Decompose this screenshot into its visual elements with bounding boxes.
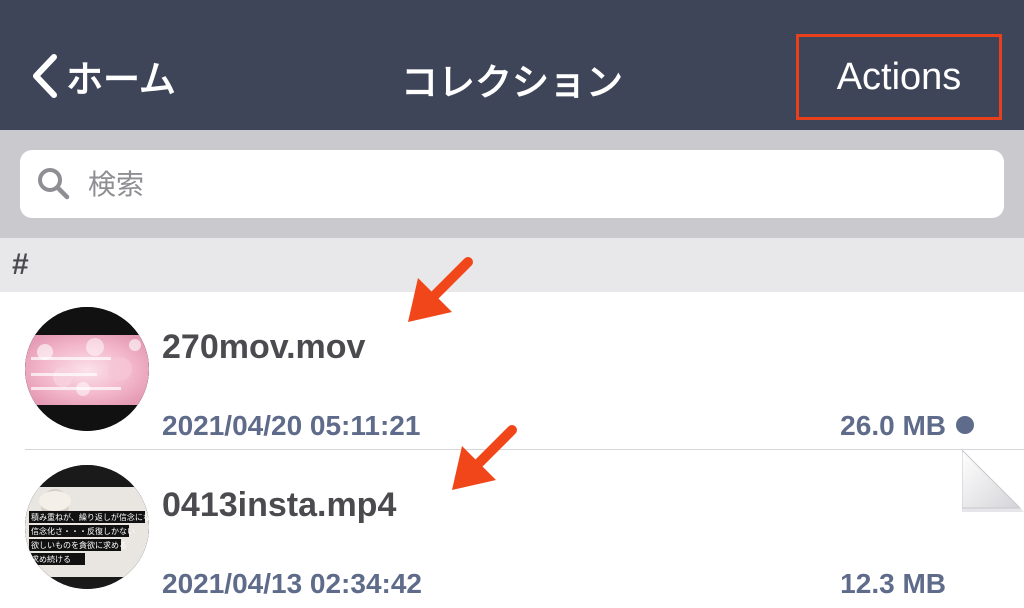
navigation-bar: ホーム コレクション Actions [0, 0, 1024, 130]
section-header-label: # [12, 248, 29, 281]
search-field[interactable] [20, 150, 1004, 218]
chevron-left-icon [30, 53, 60, 99]
search-icon [36, 166, 72, 202]
file-name: 0413insta.mp4 [162, 486, 397, 524]
actions-button[interactable]: Actions [796, 34, 1002, 120]
file-thumbnail: 積み重ねが、繰り返しが信念になる 信念化さ・・・反復しかない 欲しいものを貪欲に… [25, 465, 149, 589]
search-bar-container [0, 130, 1024, 238]
thumbnail-caption-line: 欲しいものを貪欲に求める [31, 540, 127, 550]
back-button-label: ホーム [66, 58, 176, 101]
file-size: 12.3 MB [840, 568, 946, 599]
actions-button-label: Actions [836, 55, 962, 98]
file-thumbnail [25, 307, 149, 431]
file-name: 270mov.mov [162, 328, 366, 366]
file-date: 2021/04/13 02:34:42 [162, 568, 422, 599]
thumbnail-caption-line: 積み重ねが、繰り返しが信念になる [31, 512, 149, 522]
file-date: 2021/04/20 05:11:21 [162, 410, 421, 441]
thumbnail-caption-line: 求め続ける [31, 554, 71, 564]
section-header: # [0, 238, 1024, 292]
back-button[interactable]: ホーム [30, 48, 176, 104]
thumbnail-caption-line: 信念化さ・・・反復しかない [31, 526, 135, 536]
page-curl-icon[interactable] [962, 450, 1024, 512]
search-input[interactable] [86, 153, 1004, 215]
annotation-arrow-icon [408, 257, 473, 322]
page-title: コレクション [401, 61, 623, 104]
status-dot-icon [956, 416, 974, 434]
file-size: 26.0 MB [840, 410, 946, 441]
annotation-arrow-icon [452, 425, 517, 490]
